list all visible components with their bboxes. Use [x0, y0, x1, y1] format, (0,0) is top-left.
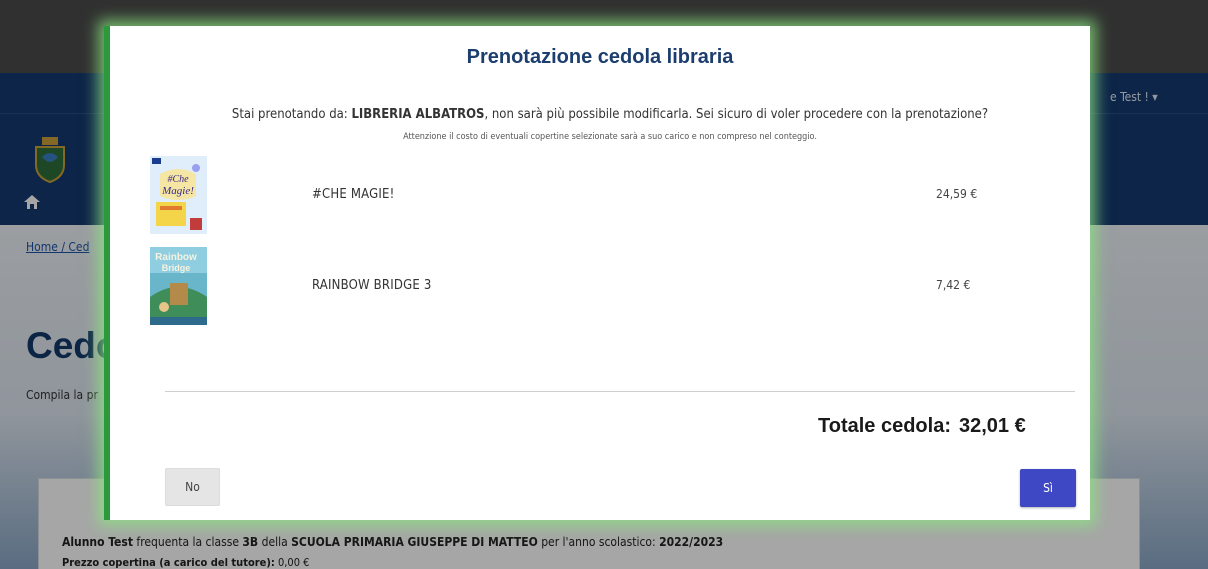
yes-button[interactable]: Sì [1020, 469, 1076, 507]
bookstore-name: LIBRERIA ALBATROS [351, 107, 485, 122]
svg-text:Magie!: Magie! [161, 185, 194, 197]
total-divider [165, 391, 1075, 392]
book-price: 7,42 € [936, 278, 971, 292]
booking-confirm-modal: Prenotazione cedola libraria Stai prenot… [104, 26, 1090, 520]
book-row: Rainbow Bridge RAINBOW BRIDGE 3 7,42 € [150, 247, 1050, 327]
book-cover-che-magie: #Che Magie! [150, 156, 207, 234]
confirm-message: Stai prenotando da: LIBRERIA ALBATROS, n… [231, 107, 989, 122]
svg-text:Rainbow: Rainbow [155, 252, 197, 263]
svg-text:Bridge: Bridge [162, 263, 191, 273]
book-row: #Che Magie! #CHE MAGIE! 24,59 € [150, 156, 1050, 236]
modal-title: Prenotazione cedola libraria [466, 46, 734, 68]
book-title: RAINBOW BRIDGE 3 [312, 278, 432, 293]
total-amount: Totale cedola: 32,01 € [818, 415, 1026, 437]
book-cover-rainbow-bridge: Rainbow Bridge [150, 247, 207, 325]
svg-text:#Che: #Che [167, 174, 189, 185]
book-title: #CHE MAGIE! [312, 187, 395, 202]
book-price: 24,59 € [936, 187, 978, 201]
no-button[interactable]: No [165, 468, 220, 506]
cover-cost-warning: Attenzione il costo di eventuali coperti… [403, 132, 817, 142]
